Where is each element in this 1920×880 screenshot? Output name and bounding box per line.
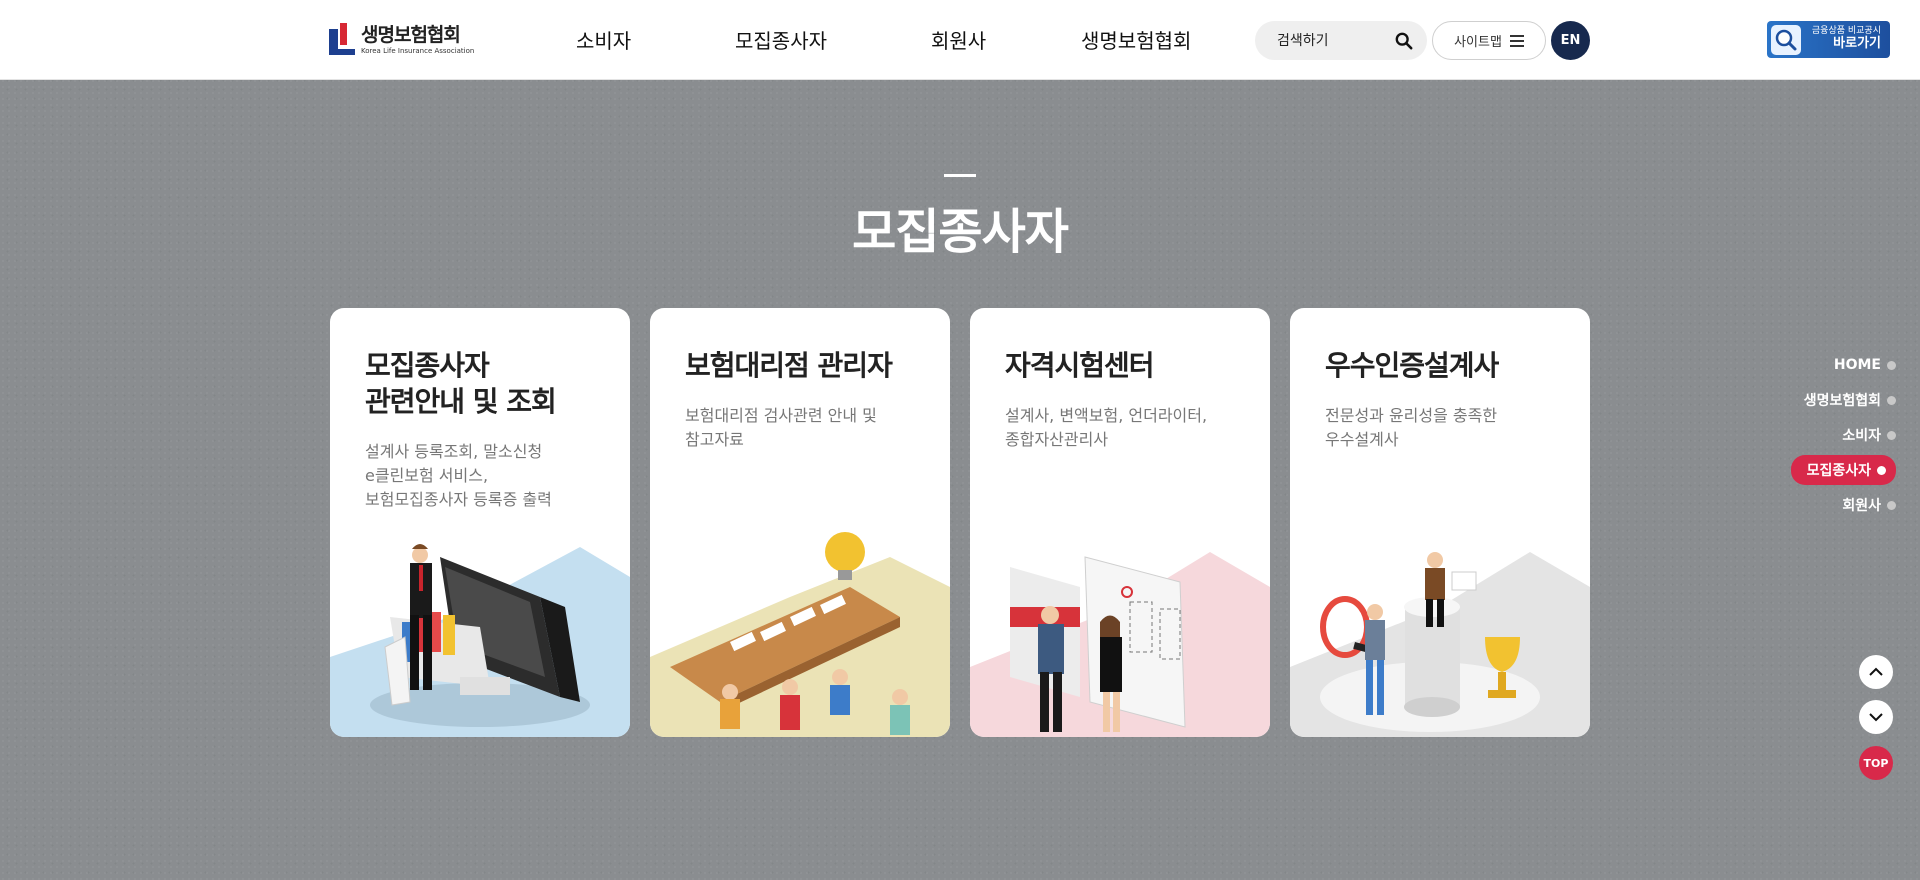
side-nav-home[interactable]: HOME (1834, 354, 1896, 376)
nav-consumer[interactable]: 소비자 (576, 25, 631, 55)
card-exam-center[interactable]: 자격시험센터 설계사, 변액보험, 언더라이터, 종합자산관리사 (970, 308, 1270, 737)
card-description: 설계사, 변액보험, 언더라이터, 종합자산관리사 (1005, 406, 1208, 449)
scroll-top-button[interactable]: TOP (1859, 746, 1893, 780)
chevron-down-icon (1869, 713, 1883, 722)
card-description: 전문성과 윤리성을 충족한 우수설계사 (1325, 406, 1498, 449)
side-nav-members[interactable]: 회원사 (1842, 494, 1896, 516)
meeting-table-illustration-icon (650, 532, 950, 737)
side-nav-recruiters[interactable]: 모집종사자 (1790, 455, 1896, 485)
scroll-down-button[interactable] (1859, 700, 1893, 734)
sitemap-label: 사이트맵 (1454, 35, 1502, 50)
nav-members[interactable]: 회원사 (931, 25, 986, 55)
product-compare-banner[interactable]: 금융상품 비교공시 바로가기 (1767, 21, 1890, 58)
card-recruiter-info[interactable]: 모집종사자 관련안내 및 조회 설계사 등록조회, 말소신청 e클린보험 서비스… (330, 308, 630, 737)
logo-mark-icon (329, 23, 357, 57)
file-cabinet-illustration-icon (330, 544, 630, 737)
sitemap-button[interactable]: 사이트맵 (1432, 21, 1546, 60)
site-logo[interactable]: 생명보험협회 Korea Life Insurance Association (329, 22, 489, 58)
trophy-illustration-icon (1290, 552, 1590, 737)
exam-board-illustration-icon (970, 552, 1270, 737)
language-button[interactable]: EN (1551, 21, 1590, 60)
search-icon[interactable] (1395, 32, 1413, 50)
logo-title: 생명보험협회 (361, 23, 461, 46)
card-agency-manager[interactable]: 보험대리점 관리자 보험대리점 검사관련 안내 및 참고자료 (650, 308, 950, 737)
card-description: 보험대리점 검사관련 안내 및 참고자료 (685, 406, 877, 449)
hamburger-menu-icon (1509, 34, 1524, 47)
compare-title: 바로가기 (1833, 36, 1881, 52)
nav-recruiters[interactable]: 모집종사자 (735, 25, 827, 55)
card-title: 자격시험센터 (1005, 349, 1155, 382)
site-header: 생명보험협회 Korea Life Insurance Association … (0, 0, 1920, 80)
section-title: 모집종사자 (852, 204, 1069, 260)
chevron-up-icon (1869, 667, 1883, 676)
card-description: 설계사 등록조회, 말소신청 e클린보험 서비스, 보험모집종사자 등록증 출력 (365, 442, 552, 509)
card-title: 모집종사자 관련안내 및 조회 (365, 349, 557, 418)
search-input[interactable] (1277, 32, 1387, 49)
magnifier-icon (1771, 24, 1801, 55)
logo-subtitle: Korea Life Insurance Association (361, 46, 475, 55)
side-nav-consumer[interactable]: 소비자 (1842, 424, 1896, 446)
nav-association[interactable]: 생명보험협회 (1081, 25, 1191, 55)
scroll-up-button[interactable] (1859, 655, 1893, 689)
title-divider (944, 174, 976, 177)
card-title: 우수인증설계사 (1325, 349, 1499, 382)
search-box (1255, 21, 1427, 60)
card-title: 보험대리점 관리자 (685, 349, 893, 382)
side-nav-association[interactable]: 생명보험협회 (1804, 389, 1896, 411)
card-certified-planner[interactable]: 우수인증설계사 전문성과 윤리성을 충족한 우수설계사 (1290, 308, 1590, 737)
